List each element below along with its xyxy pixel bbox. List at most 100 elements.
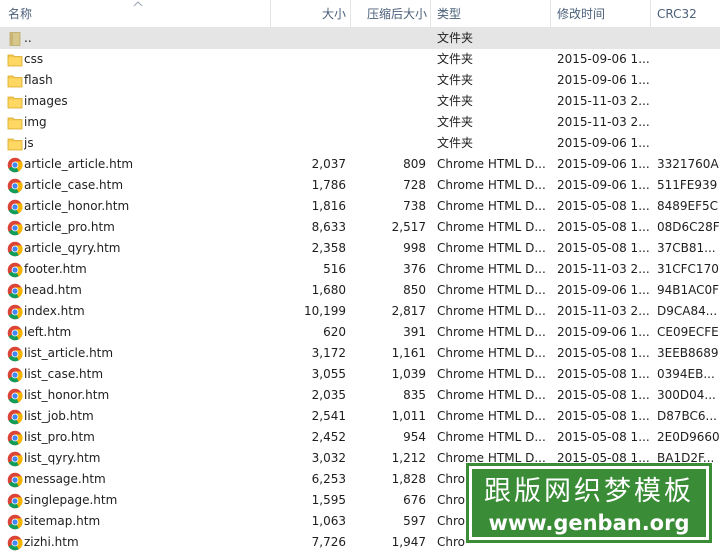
column-header-type[interactable]: 类型 — [437, 0, 547, 27]
file-row[interactable]: list_pro.htm 2,452 954 Chrome HTML D... 2015… — [0, 427, 720, 448]
file-size: 1,063 — [311, 514, 346, 528]
modified-time: 2015-11-03 2... — [557, 262, 649, 276]
file-type: 文件夹 — [437, 115, 474, 129]
file-name: head.htm — [24, 283, 82, 297]
file-type: Chrome HTML D... — [437, 241, 546, 255]
crc32-value — [657, 28, 719, 49]
file-name: js — [24, 136, 34, 150]
watermark-url: www.genban.org — [488, 511, 690, 535]
file-name: sitemap.htm — [24, 514, 101, 528]
column-divider[interactable] — [550, 0, 551, 27]
column-header-size[interactable]: 大小 — [271, 0, 346, 27]
file-row[interactable]: article_case.htm 1,786 728 Chrome HTML D...… — [0, 175, 720, 196]
file-name: footer.htm — [24, 262, 87, 276]
chrome-icon — [7, 283, 23, 299]
watermark-logo: 跟版网织梦模板 www.genban.org — [466, 463, 712, 543]
sort-ascending-icon — [133, 1, 143, 7]
packed-size: 2,517 — [391, 220, 426, 234]
chrome-icon — [7, 430, 23, 446]
file-name: zizhi.htm — [24, 535, 79, 549]
file-type: Chrome HTML D... — [437, 367, 546, 381]
packed-size — [350, 112, 426, 133]
file-row[interactable]: head.htm 1,680 850 Chrome HTML D... 2015-09-… — [0, 280, 720, 301]
modified-time: 2015-11-03 2... — [557, 94, 649, 108]
file-row[interactable]: index.htm 10,199 2,817 Chrome HTML D... 2015… — [0, 301, 720, 322]
file-row[interactable]: article_pro.htm 8,633 2,517 Chrome HTML D..… — [0, 217, 720, 238]
column-header-crc32[interactable]: CRC32 — [657, 0, 719, 27]
column-header-packed-size[interactable]: 压缩后大小 — [351, 0, 427, 27]
file-name: left.htm — [24, 325, 72, 339]
file-name: singlepage.htm — [24, 493, 118, 507]
file-size — [270, 28, 346, 49]
file-name: css — [24, 52, 44, 66]
modified-time: 2015-09-06 1... — [557, 157, 649, 171]
modified-time: 2015-09-06 1... — [557, 73, 649, 87]
crc32-value: 2E0D9660 — [657, 430, 719, 444]
chrome-icon — [7, 451, 23, 467]
file-size — [270, 91, 346, 112]
packed-size — [350, 133, 426, 154]
file-row[interactable]: article_qyry.htm 2,358 998 Chrome HTML D...… — [0, 238, 720, 259]
folder-icon — [7, 115, 23, 131]
crc32-value: 94B1AC0F — [657, 283, 719, 297]
file-name: list_honor.htm — [24, 388, 110, 402]
column-divider[interactable] — [430, 0, 431, 27]
file-name: img — [24, 115, 47, 129]
crc32-value — [657, 112, 719, 133]
file-name: index.htm — [24, 304, 85, 318]
chrome-icon — [7, 514, 23, 530]
modified-time: 2015-09-06 1... — [557, 52, 649, 66]
file-type: Chrome HTML D... — [437, 325, 546, 339]
crc32-value: 8489EF5C — [657, 199, 719, 213]
file-row[interactable]: article_article.htm 2,037 809 Chrome HTML D… — [0, 154, 720, 175]
file-size: 1,680 — [311, 283, 346, 297]
file-size: 1,595 — [311, 493, 346, 507]
folder-row[interactable]: img 文件夹 2015-11-03 2... — [0, 112, 720, 133]
crc32-value: 3321760A — [657, 157, 719, 171]
crc32-value: 0394EB... — [657, 367, 715, 381]
file-name: images — [24, 94, 68, 108]
modified-time: 2015-09-06 1... — [557, 283, 649, 297]
chrome-icon — [7, 220, 23, 236]
chrome-icon — [7, 388, 23, 404]
folder-row[interactable]: flash 文件夹 2015-09-06 1... — [0, 70, 720, 91]
file-row[interactable]: article_honor.htm 1,816 738 Chrome HTML D..… — [0, 196, 720, 217]
column-header-modified[interactable]: 修改时间 — [557, 0, 647, 27]
crc32-value — [657, 91, 719, 112]
packed-size: 1,011 — [391, 409, 426, 423]
chrome-icon — [7, 325, 23, 341]
modified-time — [557, 28, 649, 49]
packed-size: 809 — [403, 157, 426, 171]
file-row[interactable]: left.htm 620 391 Chrome HTML D... 2015-09-06… — [0, 322, 720, 343]
crc32-value: D87BC6... — [657, 409, 717, 423]
file-type: Chrome HTML D... — [437, 346, 546, 360]
file-row[interactable]: list_article.htm 3,172 1,161 Chrome HTML D.… — [0, 343, 720, 364]
crc32-value: 37CB81... — [657, 241, 716, 255]
folder-icon — [7, 94, 23, 110]
file-row[interactable]: list_case.htm 3,055 1,039 Chrome HTML D... 2… — [0, 364, 720, 385]
file-size — [270, 112, 346, 133]
file-name: list_qyry.htm — [24, 451, 101, 465]
chrome-icon — [7, 472, 23, 488]
file-row[interactable]: list_job.htm 2,541 1,011 Chrome HTML D... 20… — [0, 406, 720, 427]
folder-row[interactable]: .. 文件夹 — [0, 28, 720, 49]
folder-row[interactable]: images 文件夹 2015-11-03 2... — [0, 91, 720, 112]
file-row[interactable]: footer.htm 516 376 Chrome HTML D... 2015-11-… — [0, 259, 720, 280]
file-type: 文件夹 — [437, 31, 474, 45]
file-name: article_pro.htm — [24, 220, 115, 234]
parent-folder-icon — [7, 31, 23, 47]
file-row[interactable]: list_honor.htm 2,035 835 Chrome HTML D... 20… — [0, 385, 720, 406]
packed-size: 738 — [403, 199, 426, 213]
file-type: Chrome HTML D... — [437, 157, 546, 171]
file-size: 3,055 — [311, 367, 346, 381]
modified-time: 2015-05-08 1... — [557, 409, 649, 423]
packed-size: 1,212 — [391, 451, 426, 465]
packed-size: 2,817 — [391, 304, 426, 318]
folder-row[interactable]: css 文件夹 2015-09-06 1... — [0, 49, 720, 70]
folder-row[interactable]: js 文件夹 2015-09-06 1... — [0, 133, 720, 154]
chrome-icon — [7, 493, 23, 509]
crc32-value — [657, 70, 719, 91]
file-type: 文件夹 — [437, 94, 474, 108]
column-divider[interactable] — [650, 0, 651, 27]
file-size: 6,253 — [311, 472, 346, 486]
